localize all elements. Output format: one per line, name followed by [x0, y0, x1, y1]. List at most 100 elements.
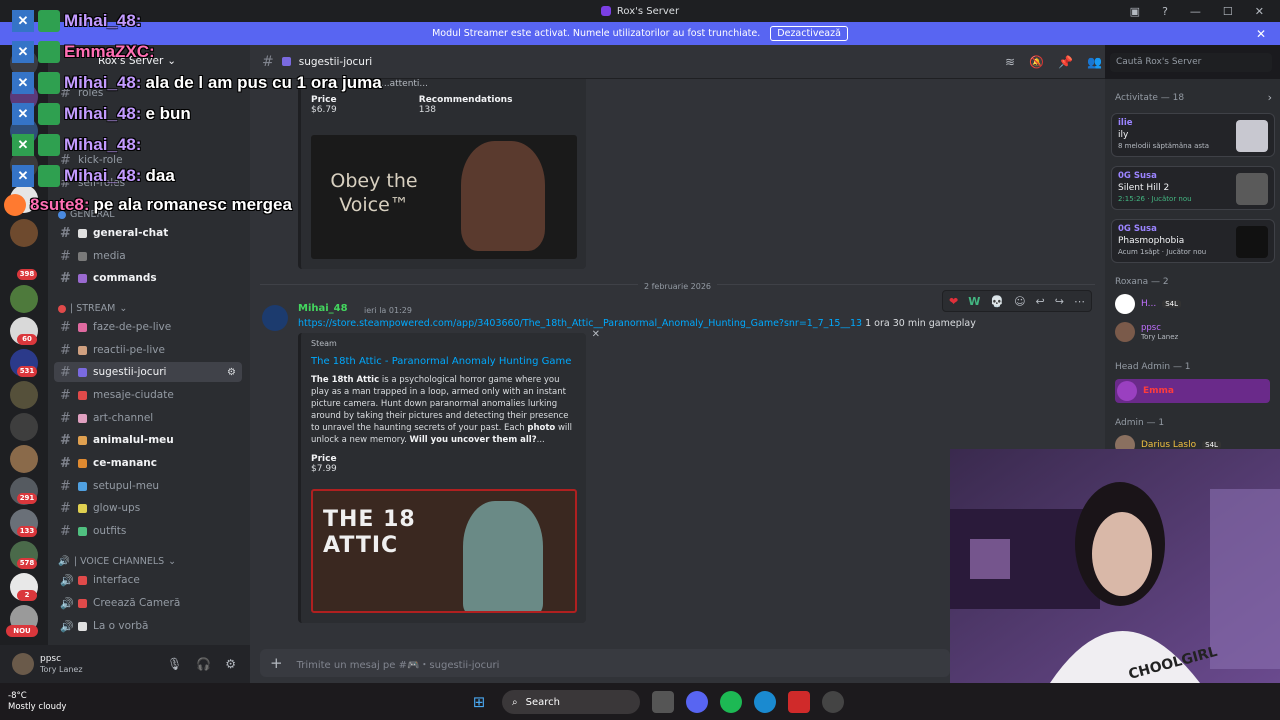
members-list-icon[interactable]: 👥 [1087, 55, 1102, 69]
activity-card[interactable]: 0G Susa Silent Hill 2 2:15:26 · Jucător … [1111, 166, 1275, 210]
role-header-head-admin: Head Admin — 1 [1115, 362, 1191, 372]
weather-widget[interactable]: -8°C Mostly cloudy [8, 691, 66, 713]
server-icon[interactable] [10, 413, 38, 441]
channel-media[interactable]: # media [54, 246, 242, 266]
edge-browser-icon[interactable] [754, 691, 776, 713]
game-image[interactable]: Obey the Voice™ [311, 135, 577, 259]
voice-channel-la-o-vorba[interactable]: 🔊 La o vorbă [54, 616, 242, 636]
message-input[interactable]: Trimite un mesaj pe #🎮・sugestii-jocuri [297, 656, 500, 671]
embed-provider: Steam [311, 339, 337, 348]
file-explorer-icon[interactable] [652, 691, 674, 713]
message-timestamp: ieri la 01:29 [364, 306, 412, 315]
remove-embed-icon[interactable]: ✕ [592, 329, 600, 340]
add-attachment-icon[interactable]: + [270, 654, 283, 672]
server-icon[interactable] [10, 381, 38, 409]
app-icon[interactable] [788, 691, 810, 713]
microphone-icon[interactable]: 🎙 [167, 657, 182, 671]
taskbar-icons: ⊞ ⌕ Search [468, 690, 844, 714]
category-voice[interactable]: 🔊 | VOICE CHANNELS ⌄ [58, 556, 176, 567]
discord-icon[interactable] [686, 691, 708, 713]
taskbar-search[interactable]: ⌕ Search [502, 690, 640, 714]
game-image[interactable]: THE 18 ATTIC [311, 489, 577, 613]
author-name[interactable]: Mihai_48 [298, 303, 348, 314]
mention-badge: 398 [17, 269, 37, 280]
activity-thumbnail [1236, 173, 1268, 205]
spotify-icon[interactable] [720, 691, 742, 713]
channel-glow-ups[interactable]: # glow-ups [54, 498, 242, 518]
notifications-bell-icon[interactable]: 🔕 [1029, 55, 1044, 69]
message-content: https://store.steampowered.com/app/34036… [298, 318, 976, 329]
channel-reactii-pe-live[interactable]: # reactii-pe-live [54, 340, 242, 360]
chevron-right-icon[interactable]: › [1268, 91, 1272, 104]
maximize-button[interactable]: ☐ [1223, 5, 1233, 18]
headphones-icon[interactable]: 🎧 [196, 657, 211, 671]
overlay-chat-line: ✕ Mihai_48: ala de l am pus cu 1 ora juma [12, 72, 382, 94]
pin-icon[interactable]: 📌 [1058, 55, 1073, 69]
activity-card[interactable]: ilie ily 8 melodii săptămâna asta [1111, 113, 1275, 157]
user-avatar[interactable] [12, 653, 34, 675]
skull-reaction[interactable]: 💀 [990, 295, 1004, 308]
channel-art-channel[interactable]: # art-channel [54, 408, 242, 428]
member-row[interactable]: Emma [1115, 379, 1270, 403]
channel-ce-mananc[interactable]: # ce-mananc [54, 453, 242, 473]
message-composer: + Trimite un mesaj pe #🎮・sugestii-jocuri [250, 645, 950, 683]
embed-title-link[interactable]: The 18th Attic - Paranormal Anomaly Hunt… [311, 356, 576, 367]
overlay-chat-line: ✕ EmmaZXC: [12, 41, 159, 63]
heart-reaction[interactable]: ❤ [949, 295, 958, 308]
author-avatar[interactable] [262, 305, 288, 331]
forward-icon[interactable]: ↪ [1055, 295, 1064, 308]
help-icon[interactable]: ? [1162, 5, 1168, 18]
voice-channel-interface[interactable]: 🔊 interface [54, 570, 242, 590]
steam-embed: Steam ✕ The 18th Attic - Paranormal Anom… [298, 329, 600, 623]
new-badge: NOU [6, 625, 38, 637]
channel-faze-de-pe-live[interactable]: # faze-de-pe-live [54, 317, 242, 337]
weather-condition: Mostly cloudy [8, 702, 67, 712]
windows-start-icon[interactable]: ⊞ [468, 691, 490, 713]
steam-embed: ...attenti... Price $6.79 Recommendations… [298, 79, 586, 269]
steam-icon[interactable] [822, 691, 844, 713]
channel-sugestii-jocuri[interactable]: # sugestii-jocuri ⚙ [54, 362, 242, 382]
server-search-input[interactable]: Caută Rox's Server [1110, 53, 1272, 72]
mention-badge: 133 [17, 526, 37, 537]
window-controls: ▣ ? — ☐ ✕ [1130, 0, 1280, 22]
more-options-icon[interactable]: ⋯ [1074, 295, 1085, 308]
message-actions-bar: ❤ W 💀 ☺ ↩ ↪ ⋯ [942, 290, 1092, 312]
role-header-roxana: Roxana — 2 [1115, 277, 1169, 287]
channel-animalul-meu[interactable]: # animalul-meu [54, 430, 242, 450]
category-stream[interactable]: | STREAM ⌄ [58, 303, 127, 314]
channel-setupul-meu[interactable]: # setupul-meu [54, 476, 242, 496]
close-window-button[interactable]: ✕ [1255, 5, 1264, 18]
voice-channel-create[interactable]: 🔊 Creează Cameră [54, 593, 242, 613]
activity-card[interactable]: 0G Susa Phasmophobia Acum 1săpt · Jucăto… [1111, 219, 1275, 263]
member-row[interactable]: H... S4L [1115, 294, 1181, 314]
minimize-button[interactable]: — [1190, 5, 1201, 18]
overlay-chat-line: 8sute8: pe ala romanesc mergea [4, 194, 292, 216]
stream-chat-overlay: ✕ Mihai_48: ✕ EmmaZXC: ✕ Mihai_48: ala de l … [0, 0, 382, 230]
activity-thumbnail [1236, 120, 1268, 152]
banner-text: Modul Streamer este activat. Numele util… [432, 28, 761, 39]
recommendations-value: 138 [418, 105, 436, 115]
member-row[interactable]: ppsc Tory Lanez [1115, 322, 1178, 342]
server-icon[interactable] [10, 285, 38, 313]
w-reaction[interactable]: W [968, 295, 980, 308]
price-label: Price [311, 454, 337, 464]
user-name: ppsc [40, 654, 62, 664]
message-tail: 1 ora 30 min gameplay [865, 318, 976, 329]
steam-link[interactable]: https://store.steampowered.com/app/34036… [298, 318, 862, 329]
channel-commands[interactable]: # commands [54, 268, 242, 288]
disable-streamer-button[interactable]: Dezactivează [770, 26, 848, 41]
webcam-image: CHOOLGIRL [950, 449, 1280, 683]
server-icon[interactable] [10, 445, 38, 473]
banner-close-icon[interactable]: ✕ [1256, 27, 1266, 41]
reply-icon[interactable]: ↩ [1036, 295, 1045, 308]
game-image-title: Obey the Voice™ [330, 170, 418, 216]
overlay-chat-line: ✕ Mihai_48: [12, 10, 145, 32]
settings-gear-icon[interactable]: ⚙ [225, 657, 236, 671]
channel-outfits[interactable]: # outfits [54, 521, 242, 541]
threads-icon[interactable]: ≋ [1005, 55, 1015, 69]
channel-settings-gear-icon[interactable]: ⚙ [227, 367, 236, 378]
channel-mesaje-ciudate[interactable]: # mesaje-ciudate [54, 385, 242, 405]
add-reaction-icon[interactable]: ☺ [1014, 295, 1025, 308]
inbox-icon[interactable]: ▣ [1130, 5, 1140, 18]
user-panel: ppsc Tory Lanez 🎙 🎧 ⚙ [0, 645, 250, 683]
